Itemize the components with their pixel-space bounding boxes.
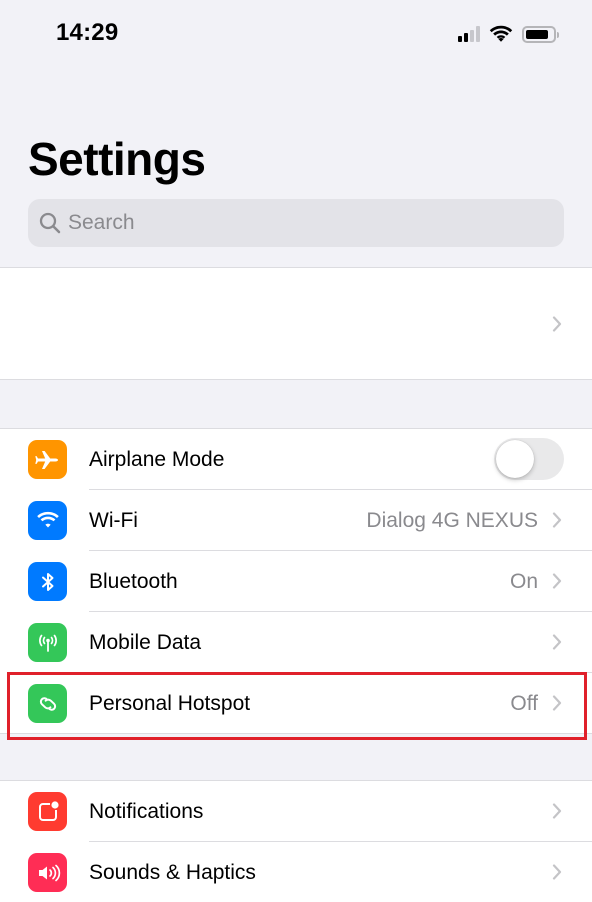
antenna-icon (28, 623, 67, 662)
notifications-group: Notifications Sounds & Haptics (0, 780, 592, 902)
wifi-label: Wi-Fi (89, 508, 138, 532)
chevron-right-icon (552, 634, 562, 650)
personal-hotspot-label: Personal Hotspot (89, 691, 251, 715)
wifi-icon (489, 25, 513, 42)
bluetooth-status-value: On (509, 569, 538, 593)
notifications-icon (28, 792, 67, 831)
page-title: Settings (28, 133, 206, 185)
apple-id-profile-row[interactable] (0, 267, 592, 380)
airplane-mode-row: Airplane Mode (0, 429, 592, 490)
sounds-haptics-label: Sounds & Haptics (89, 860, 256, 884)
status-time: 14:29 (56, 19, 119, 46)
airplane-mode-label: Airplane Mode (89, 447, 225, 471)
status-icons (458, 24, 559, 44)
airplane-mode-toggle[interactable] (494, 438, 564, 480)
connectivity-group: Airplane Mode Wi-Fi Dialog 4G NEXUS Blue… (0, 428, 592, 734)
personal-hotspot-status-value: Off (510, 691, 538, 715)
mobile-data-row[interactable]: Mobile Data (0, 612, 592, 673)
search-input[interactable] (68, 211, 528, 235)
battery-icon (522, 25, 559, 43)
battery-level (526, 29, 549, 39)
mobile-data-label: Mobile Data (89, 630, 202, 654)
status-bar: 14:29 (0, 0, 592, 70)
chevron-right-icon (552, 695, 562, 711)
chevron-right-icon (552, 864, 562, 880)
cellular-signal-icon (458, 26, 480, 42)
sounds-haptics-row[interactable]: Sounds & Haptics (0, 842, 592, 902)
notifications-row[interactable]: Notifications (0, 781, 592, 842)
hotspot-icon (28, 684, 67, 723)
bluetooth-icon (28, 562, 67, 601)
notifications-label: Notifications (89, 799, 204, 823)
chevron-right-icon (552, 316, 562, 332)
speaker-icon (28, 853, 67, 892)
chevron-right-icon (552, 573, 562, 589)
search-icon (39, 212, 61, 234)
chevron-right-icon (552, 512, 562, 528)
wifi-row[interactable]: Wi-Fi Dialog 4G NEXUS (0, 490, 592, 551)
chevron-right-icon (552, 803, 562, 819)
wifi-icon (28, 501, 67, 540)
airplane-icon (28, 440, 67, 479)
settings-screen: 14:29 Settings Search Airplane Mode Wi-F… (0, 0, 592, 902)
bluetooth-row[interactable]: Bluetooth On (0, 551, 592, 612)
toggle-knob (496, 440, 534, 478)
wifi-network-value: Dialog 4G NEXUS (366, 508, 538, 532)
search-field[interactable] (28, 199, 564, 247)
bluetooth-label: Bluetooth (89, 569, 178, 593)
personal-hotspot-row[interactable]: Personal Hotspot Off (0, 673, 592, 734)
